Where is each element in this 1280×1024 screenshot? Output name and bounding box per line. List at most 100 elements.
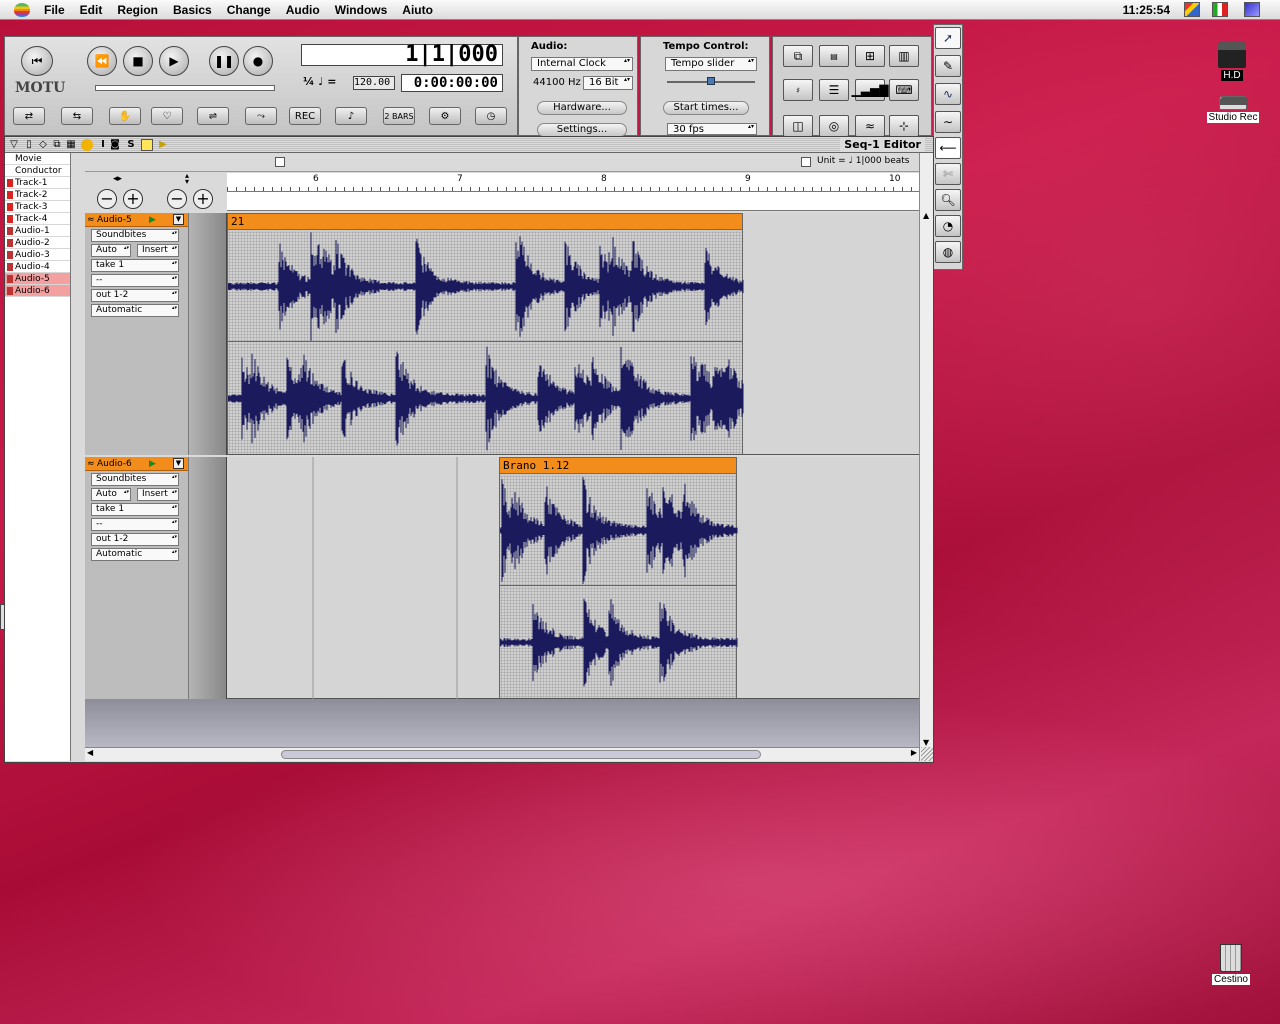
app-switcher-icon[interactable] — [1184, 2, 1200, 17]
mixer-icon[interactable]: ⊞ — [855, 45, 885, 67]
keyboard-icon[interactable]: ⌨ — [889, 79, 919, 101]
menu-aiuto[interactable]: Aiuto — [402, 3, 433, 17]
time-display[interactable]: 0:00:00:00 — [401, 74, 503, 92]
copy-icon[interactable]: ⧉ — [51, 139, 63, 151]
record-mode-button[interactable]: REC — [289, 107, 321, 125]
bit-depth-select[interactable]: 16 Bit — [583, 76, 633, 90]
voice-select[interactable]: -- — [91, 274, 179, 287]
waveform-icon[interactable]: ≈ — [855, 115, 885, 137]
hd-disk-icon[interactable]: H.D — [1200, 42, 1264, 81]
sine-tool-icon[interactable]: ∼ — [935, 111, 961, 133]
effects-icon[interactable]: ⊹ — [889, 115, 919, 137]
track-list-item[interactable]: Track-3 — [5, 201, 70, 213]
play-enable-icon[interactable]: ▶ — [149, 457, 156, 471]
loop-tool-icon[interactable]: ◍ — [935, 241, 961, 263]
insert-select[interactable]: Insert — [137, 488, 179, 501]
region-checkbox[interactable] — [275, 157, 285, 167]
voice-select[interactable]: -- — [91, 518, 179, 531]
sound-icon[interactable]: ◎ — [819, 115, 849, 137]
zoom-out-vertical-button[interactable]: − — [167, 189, 187, 209]
track-name-audio-5[interactable]: ≈ Audio-5 ▶ ▼ — [85, 213, 188, 227]
scroll-down-arrow-icon[interactable]: ▼ — [923, 738, 929, 747]
output-select[interactable]: out 1-2 — [91, 533, 179, 546]
audio-region[interactable]: 21 — [227, 213, 744, 454]
track-list-item[interactable]: Audio-6 — [5, 285, 70, 297]
sync-button[interactable]: ⚙ — [429, 107, 461, 125]
fps-select[interactable]: 30 fps — [667, 123, 757, 135]
vertical-scrollbar[interactable]: ▲ ▼ — [919, 153, 933, 761]
audition-tool-icon[interactable]: ◔ — [935, 215, 961, 237]
unit-checkbox[interactable] — [801, 157, 811, 167]
menu-edit[interactable]: Edit — [80, 3, 103, 17]
track-list-item[interactable]: Audio-3 — [5, 249, 70, 261]
lane-audio-6[interactable]: Brano 1.12 — [227, 457, 919, 699]
meters-icon[interactable]: ▁▃▅▇ — [852, 79, 888, 101]
arrow-tool-icon[interactable]: ➚ — [935, 27, 961, 49]
event-list-icon[interactable]: ♯ — [783, 79, 813, 101]
input-select[interactable]: Soundbites — [91, 229, 179, 242]
automation-mode-select[interactable]: Auto — [91, 244, 131, 257]
take-select[interactable]: take 1 — [91, 503, 179, 516]
start-times-button[interactable]: Start times... — [663, 101, 749, 115]
italian-flag-keyboard-icon[interactable] — [1212, 2, 1228, 17]
collapse-triangle-icon[interactable]: ▽ — [8, 139, 20, 151]
timeline-ruler[interactable]: 6 7 8 9 10 — [227, 173, 919, 211]
menu-windows[interactable]: Windows — [335, 3, 388, 17]
countoff-button[interactable]: 2 BARS — [383, 107, 415, 125]
zoom-out-horizontal-button[interactable]: − — [97, 189, 117, 209]
editor-titlebar[interactable]: ▽ ▯ ◇ ⧉ ▦ I ◙ S ▶ Seq-1 Editor — [5, 137, 933, 153]
graphic-editor-icon[interactable]: ☰ — [819, 79, 849, 101]
tracks-window-icon[interactable]: ⧉ — [783, 45, 813, 67]
track-list-item[interactable]: Track-1 — [5, 177, 70, 189]
loop-button[interactable]: ⇄ — [13, 107, 45, 125]
track-list-item[interactable]: Audio-1 — [5, 225, 70, 237]
horizontal-scroll-thumb[interactable] — [281, 750, 761, 759]
track-list-item[interactable]: Audio-2 — [5, 237, 70, 249]
track-list-item[interactable]: Audio-4 — [5, 261, 70, 273]
track-list-item[interactable]: Track-2 — [5, 189, 70, 201]
record-button[interactable]: ● — [243, 46, 273, 76]
clock-button[interactable]: ◷ — [475, 107, 507, 125]
overdub-button[interactable]: ⇆ — [61, 107, 93, 125]
tempo-slider-thumb[interactable] — [707, 77, 715, 85]
zoom-in-vertical-button[interactable]: + — [193, 189, 213, 209]
chart-icon[interactable]: ▦ — [65, 139, 77, 151]
application-menu-icon[interactable] — [1244, 2, 1260, 17]
shuttle-slider[interactable] — [95, 85, 275, 91]
track-menu-icon[interactable]: ▼ — [173, 458, 184, 469]
horizontal-scrollbar[interactable]: ◀ ▶ — [85, 747, 919, 761]
audio-region[interactable]: Brano 1.12 — [499, 457, 738, 698]
bank-icon[interactable]: ▥ — [889, 45, 919, 67]
color-icon[interactable] — [81, 139, 93, 151]
pencil-tool-icon[interactable]: ✎ — [935, 55, 961, 77]
auto-rewind-button[interactable]: ⇌ — [197, 107, 229, 125]
stop-button[interactable]: ■ — [123, 46, 153, 76]
track-menu-icon[interactable]: ▼ — [173, 214, 184, 225]
insert-select[interactable]: Insert — [137, 244, 179, 257]
memory-button[interactable]: ♡ — [151, 107, 183, 125]
track-list-item[interactable]: Audio-5 — [5, 273, 70, 285]
previous-button[interactable]: ⏪ — [87, 46, 117, 76]
punch-button[interactable]: ✋ — [109, 107, 141, 125]
track-list-item[interactable]: Conductor — [5, 165, 70, 177]
metronome-button[interactable]: ♪ — [335, 107, 367, 125]
track-name-audio-6[interactable]: ≈ Audio-6 ▶ ▼ — [85, 457, 188, 471]
document-icon[interactable]: ▯ — [23, 139, 35, 151]
menu-file[interactable]: File — [44, 3, 65, 17]
resize-grip-icon[interactable] — [921, 747, 933, 761]
input-select[interactable]: Soundbites — [91, 473, 179, 486]
tempo-mode-select[interactable]: Tempo slider — [665, 57, 757, 71]
studio-rec-disk[interactable]: Studio Rec — [1198, 96, 1268, 123]
solo-icon[interactable]: S — [125, 139, 137, 151]
apple-menu-icon[interactable] — [14, 2, 30, 17]
rewind-button[interactable]: ⏮ — [21, 46, 53, 76]
wait-button[interactable]: ⤳ — [245, 107, 277, 125]
automation-select[interactable]: Automatic — [91, 304, 179, 317]
track-level-strip[interactable] — [189, 213, 227, 455]
output-select[interactable]: out 1-2 — [91, 289, 179, 302]
curve-tool-icon[interactable]: ∿ — [935, 83, 961, 105]
snapshot-icon[interactable]: ◙ — [109, 139, 121, 151]
scissors-tool-icon[interactable]: ✄ — [935, 163, 961, 185]
tempo-display[interactable]: 120.00 — [353, 76, 395, 90]
pause-button[interactable]: ❚❚ — [209, 46, 239, 76]
